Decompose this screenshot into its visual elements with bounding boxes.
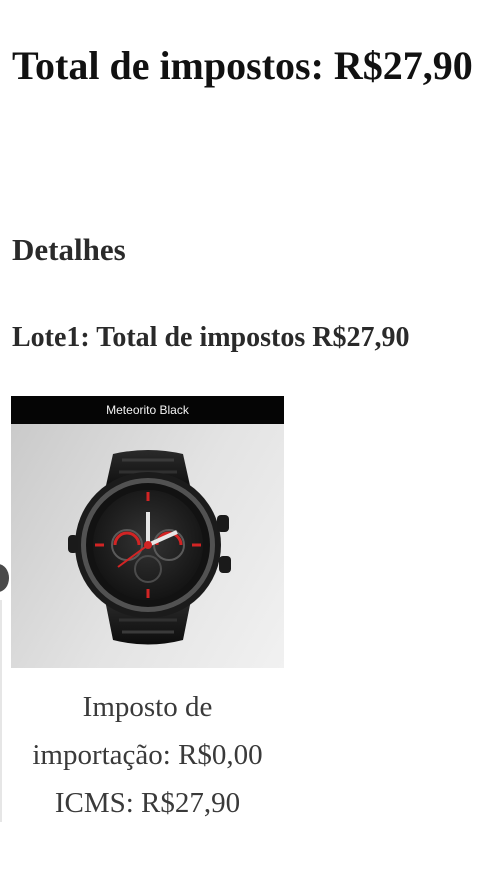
total-taxes-title: Total de impostos: R$27,90 xyxy=(12,43,473,88)
icms-tax-line: ICMS: R$27,90 xyxy=(54,787,241,819)
import-tax-line-1: Imposto de xyxy=(82,691,213,723)
product-banner: Meteorito Black xyxy=(11,396,284,424)
details-heading: Detalhes xyxy=(12,232,126,267)
product-tax-info: Imposto de importação: R$0,00 ICMS: R$27… xyxy=(11,683,284,827)
smartwatch-icon xyxy=(68,450,231,645)
import-tax-line-2: importação: R$0,00 xyxy=(32,739,263,771)
lot-tax-summary: Lote1: Total de impostos R$27,90 xyxy=(12,322,410,353)
tax-details-page: Total de impostos: R$27,90 Detalhes Lote… xyxy=(0,0,500,896)
carousel-previous-icon[interactable] xyxy=(0,564,9,592)
product-card: Meteorito Black Imposto de importação: R… xyxy=(11,396,284,827)
carousel-edge xyxy=(0,600,2,822)
product-image: Meteorito Black xyxy=(11,396,284,668)
